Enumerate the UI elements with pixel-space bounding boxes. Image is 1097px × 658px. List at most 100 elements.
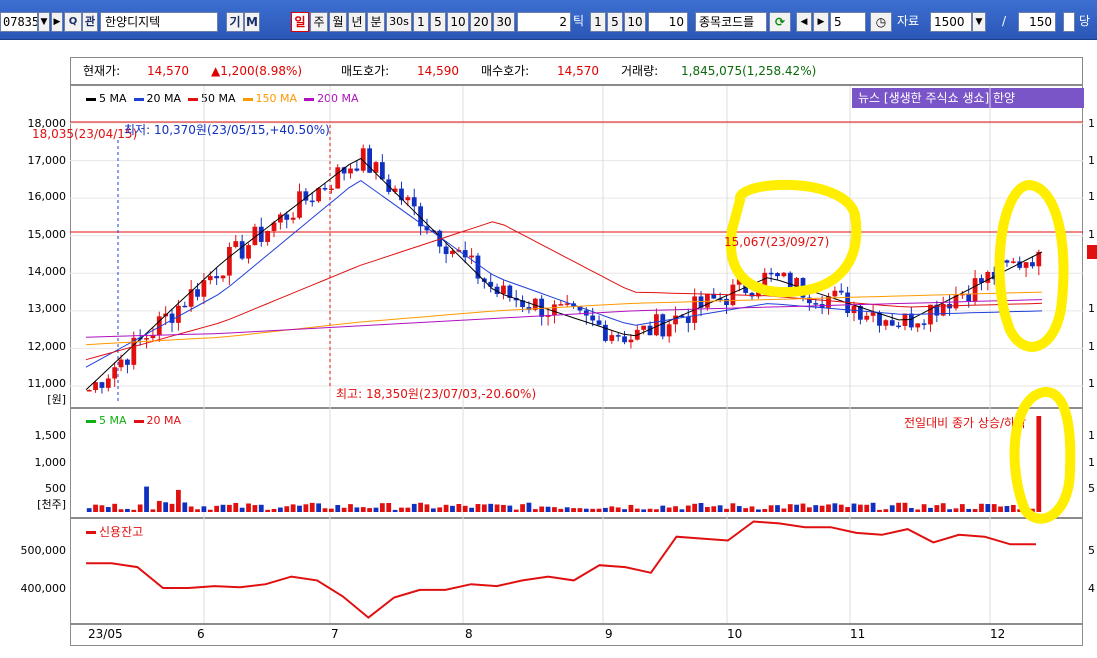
ask-price: 14,590 (417, 64, 459, 78)
date-label: 6 (197, 627, 205, 641)
chevron-down-icon[interactable]: ▼ (972, 12, 986, 32)
dropdown-arrow-icon[interactable]: ▼ (38, 12, 50, 32)
right-tick: 4 (1088, 582, 1095, 595)
right-tick: 1 (1088, 302, 1095, 315)
next-arrow-icon[interactable]: ▶ (813, 12, 829, 32)
y-tick-11000: 11,000 (27, 377, 67, 390)
date-axis (70, 624, 1083, 646)
date-label: 8 (465, 627, 473, 641)
right-tick: 1 (1088, 190, 1095, 203)
tick-label: 틱 (573, 14, 585, 28)
minute-1-button[interactable]: 1 (413, 12, 429, 32)
price-chart-pane[interactable] (70, 85, 1083, 408)
volume-legend: 5 MA 20 MA (86, 414, 181, 427)
m-button[interactable]: M (244, 12, 260, 32)
right-tick: 1 (1088, 377, 1095, 390)
legend-ma20: 20 MA (133, 92, 181, 105)
minute-10-button[interactable]: 10 (447, 12, 469, 32)
vol-tick-1500: 1,500 (34, 429, 67, 442)
vol-tick-1000: 1,000 (34, 456, 67, 469)
legend-ma5: 5 MA (86, 92, 127, 105)
stock-name-field[interactable]: 한양디지텍 (100, 12, 218, 32)
right-tick: 1 (1088, 456, 1095, 469)
price-label: 현재가: (83, 64, 121, 78)
quote-info-bar: 현재가: 14,570 ▲1,200(8.98%) 매도호가: 14,590 매… (70, 57, 1083, 85)
legend-ma200: 200 MA (304, 92, 359, 105)
period-day-button[interactable]: 일 (291, 12, 309, 32)
legend-ma150: 150 MA (242, 92, 297, 105)
legend-vol-ma20: 20 MA (133, 414, 181, 427)
y-tick-17000: 17,000 (27, 154, 67, 167)
bid-label: 매수호가: (481, 64, 530, 78)
tick-value-input[interactable]: 10 (648, 12, 688, 32)
date-label: 10 (727, 627, 743, 641)
news-ticker[interactable]: 뉴스 [생생한 주식쇼 생쇼] 한양 (852, 88, 1084, 108)
code-search-field[interactable]: 종목코드를 (695, 12, 767, 32)
minute-30-button[interactable]: 30 (493, 12, 515, 32)
minute-20-button[interactable]: 20 (470, 12, 492, 32)
y-tick-16000: 16,000 (27, 190, 67, 203)
date-label: 12 (990, 627, 1006, 641)
date-label: 9 (605, 627, 613, 641)
legend-vol-ma5: 5 MA (86, 414, 127, 427)
right-tick: 1 (1088, 117, 1095, 130)
right-tick: 5 (1088, 544, 1095, 557)
y-tick-15000: 15,000 (27, 228, 67, 241)
tick-10-button[interactable]: 10 (624, 12, 646, 32)
y-tick-13000: 13,000 (27, 302, 67, 315)
credit-tick-500000: 500,000 (20, 544, 67, 557)
option-label: 당 (1079, 14, 1091, 28)
y-unit-won: [원] (47, 393, 66, 406)
option-checkbox[interactable] (1063, 12, 1075, 32)
bid-price: 14,570 (557, 64, 599, 78)
right-tick: 5 (1088, 482, 1095, 495)
current-price: 14,570 (147, 64, 189, 78)
tick-count-input[interactable]: 2 (517, 12, 571, 32)
date-label: 23/05 (88, 627, 123, 641)
gi-button[interactable]: 기 (226, 12, 244, 32)
tick-5-button[interactable]: 5 (607, 12, 623, 32)
vol-tick-500: 500 (45, 482, 66, 495)
period-year-button[interactable]: 년 (348, 12, 366, 32)
right-tick: 1 (1088, 429, 1095, 442)
chart-toolbar: 078350 ▼ ▶ Q 관 한양디지텍 기 M 일 주 월 년 분 30s 1… (0, 0, 1097, 40)
price-legend: 5 MA 20 MA 50 MA 150 MA 200 MA (86, 92, 359, 105)
step-input[interactable]: 5 (830, 12, 866, 32)
current-price-marker (1087, 245, 1097, 259)
period-minute-button[interactable]: 분 (367, 12, 385, 32)
period-month-button[interactable]: 월 (329, 12, 347, 32)
minute-5-button[interactable]: 5 (430, 12, 446, 32)
period-week-button[interactable]: 주 (310, 12, 328, 32)
credit-balance-pane[interactable] (70, 518, 1083, 624)
vol-unit: [천주] (37, 498, 66, 511)
right-tick: 1 (1088, 340, 1095, 353)
credit-legend: 신용잔고 (86, 523, 143, 540)
volume-label: 거래량: (621, 64, 659, 78)
y-tick-14000: 14,000 (27, 265, 67, 278)
date-label: 7 (331, 627, 339, 641)
right-tick: 1 (1088, 228, 1095, 241)
slash-label: / (1002, 14, 1007, 28)
date-label: 11 (850, 627, 866, 641)
credit-tick-400000: 400,000 (20, 582, 67, 595)
interest-button[interactable]: 관 (82, 12, 98, 32)
y-tick-12000: 12,000 (27, 340, 67, 353)
search-icon[interactable]: Q (64, 12, 82, 32)
data-count-select[interactable]: 1500 (930, 12, 972, 32)
legend-ma50: 50 MA (188, 92, 236, 105)
volume-value: 1,845,075(1,258.42%) (681, 64, 817, 78)
prev-arrow-icon[interactable]: ◀ (796, 12, 812, 32)
y-tick-18000: 18,000 (27, 117, 67, 130)
stock-code-input[interactable]: 078350 (0, 12, 38, 32)
play-arrow-icon[interactable]: ▶ (51, 12, 63, 32)
volume-note: 전일대비 종가 상승/하락 (904, 416, 1027, 430)
right-tick: 1 (1088, 154, 1095, 167)
refresh-icon[interactable]: ⟳ (769, 12, 791, 32)
clock-icon[interactable]: ◷ (870, 12, 892, 32)
total-count-input[interactable]: 150 (1018, 12, 1056, 32)
tick-1-button[interactable]: 1 (590, 12, 606, 32)
seconds-30-button[interactable]: 30s (386, 12, 412, 32)
price-change: ▲1,200(8.98%) (211, 64, 303, 78)
ask-label: 매도호가: (341, 64, 390, 78)
data-label: 자료 (897, 14, 920, 28)
